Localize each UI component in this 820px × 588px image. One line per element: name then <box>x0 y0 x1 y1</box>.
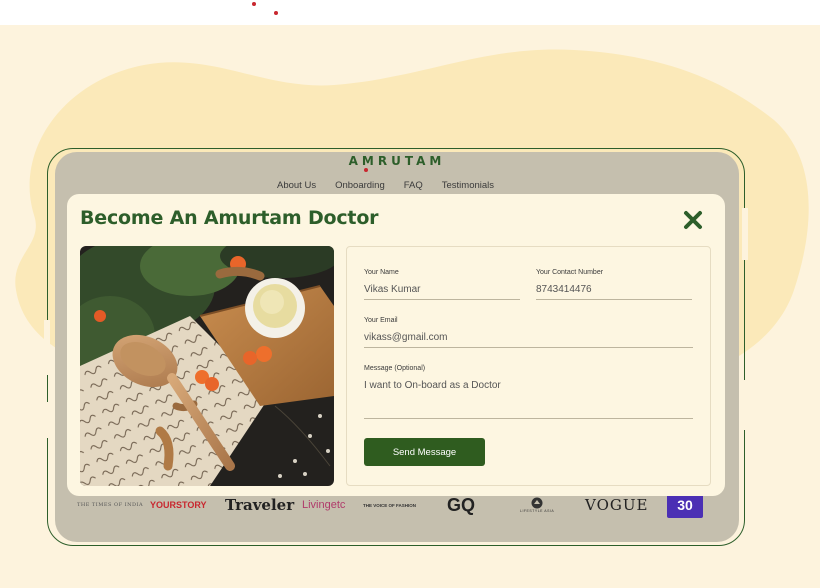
nav-item-onboarding[interactable]: Onboarding <box>335 180 385 191</box>
doctor-onboarding-form: Your Name Your Contact Number Your Email… <box>346 246 711 486</box>
thirty-label: 30 <box>677 497 693 513</box>
site-logo[interactable]: AMRUTAM <box>55 154 739 168</box>
contact-input[interactable] <box>536 283 692 300</box>
close-button[interactable] <box>682 209 704 231</box>
send-message-button[interactable]: Send Message <box>364 438 485 466</box>
top-bar <box>0 0 820 25</box>
frame-gap <box>44 402 50 438</box>
name-label: Your Name <box>364 269 399 276</box>
name-field-group: Your Name <box>364 269 520 300</box>
site-nav: About Us Onboarding FAQ Testimonials <box>277 180 494 191</box>
message-label: Message (Optional) <box>364 365 426 372</box>
contact-field-group: Your Contact Number <box>536 269 692 300</box>
decor-dot <box>274 11 278 15</box>
nav-item-about-us[interactable]: About Us <box>277 180 316 191</box>
modal-title: Become An Amurtam Doctor <box>80 207 379 229</box>
herbs-turmeric-spoon-illustration <box>80 246 334 486</box>
name-input[interactable] <box>364 283 520 300</box>
onboarding-modal: Become An Amurtam Doctor Your Name Vikas… <box>67 194 725 496</box>
logo-dot <box>364 168 368 172</box>
email-input[interactable] <box>364 331 693 348</box>
close-x-icon <box>684 211 702 229</box>
frame-gap <box>742 208 748 260</box>
lifestyle-asia-label: LIFESTYLE ASIA <box>520 509 555 513</box>
lifestyle-asia-emblem-icon <box>531 497 543 509</box>
nav-item-faq[interactable]: FAQ <box>404 180 423 191</box>
herbs-photo <box>80 246 334 486</box>
email-field-group: Your Email <box>364 317 693 348</box>
frame-gap <box>44 320 50 375</box>
nav-item-testimonials[interactable]: Testimonials <box>442 180 494 191</box>
contact-label: Your Contact Number <box>536 269 604 276</box>
decor-dot <box>252 2 256 6</box>
message-textarea[interactable]: I want to On-board as a Doctor <box>364 379 693 419</box>
message-field-group: Message (Optional) I want to On-board as… <box>364 365 693 419</box>
email-label: Your Email <box>364 317 398 324</box>
frame-gap <box>742 380 748 430</box>
